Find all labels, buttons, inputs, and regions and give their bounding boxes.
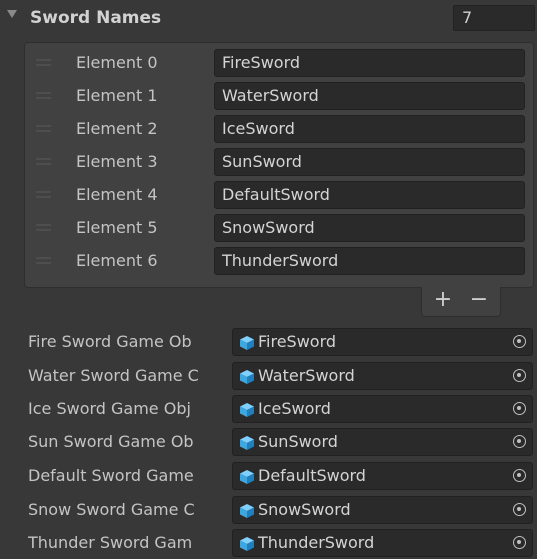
list-footer: + − bbox=[421, 287, 501, 317]
prefab-cube-icon bbox=[240, 436, 254, 450]
object-field-row: Sun Sword Game Ob SunSword bbox=[0, 426, 537, 458]
object-field[interactable]: FireSword bbox=[232, 328, 533, 356]
element-label: Element 0 bbox=[76, 53, 158, 72]
element-label: Element 6 bbox=[76, 251, 158, 270]
object-field-row: Water Sword Game C WaterSword bbox=[0, 360, 537, 392]
element-label: Element 4 bbox=[76, 185, 158, 204]
object-field-label: Ice Sword Game Obj bbox=[28, 399, 191, 418]
list-item: Element 1 WaterSword bbox=[24, 79, 534, 112]
element-text-field[interactable]: SunSword bbox=[214, 148, 525, 176]
foldout-arrow-icon[interactable] bbox=[7, 10, 17, 18]
element-label: Element 5 bbox=[76, 218, 158, 237]
prefab-cube-icon bbox=[240, 470, 254, 484]
object-field[interactable]: DefaultSword bbox=[232, 462, 533, 490]
object-field-row: Ice Sword Game Obj IceSword bbox=[0, 393, 537, 425]
object-picker-icon[interactable] bbox=[513, 402, 526, 415]
object-name: SunSword bbox=[258, 432, 338, 451]
element-text-field[interactable]: DefaultSword bbox=[214, 181, 525, 209]
list-item: Element 5 SnowSword bbox=[24, 211, 534, 244]
object-picker-icon[interactable] bbox=[513, 435, 526, 448]
drag-handle-icon[interactable] bbox=[36, 191, 51, 198]
prefab-cube-icon bbox=[240, 403, 254, 417]
element-label: Element 2 bbox=[76, 119, 158, 138]
object-field-row: Thunder Sword Gam ThunderSword bbox=[0, 527, 537, 559]
drag-handle-icon[interactable] bbox=[36, 59, 51, 66]
list-title: Sword Names bbox=[30, 8, 162, 28]
object-name: SnowSword bbox=[258, 500, 351, 519]
element-label: Element 3 bbox=[76, 152, 158, 171]
element-text-field[interactable]: FireSword bbox=[214, 49, 525, 77]
object-field-label: Water Sword Game C bbox=[28, 366, 199, 385]
drag-handle-icon[interactable] bbox=[36, 224, 51, 231]
object-field-row: Default Sword Game DefaultSword bbox=[0, 460, 537, 492]
object-picker-icon[interactable] bbox=[513, 536, 526, 549]
object-field[interactable]: SnowSword bbox=[232, 496, 533, 524]
object-field-row: Snow Sword Game C SnowSword bbox=[0, 494, 537, 526]
object-field-label: Thunder Sword Gam bbox=[28, 533, 193, 552]
object-picker-icon[interactable] bbox=[513, 369, 526, 382]
drag-handle-icon[interactable] bbox=[36, 257, 51, 264]
element-text-field[interactable]: SnowSword bbox=[214, 214, 525, 242]
list-item: Element 4 DefaultSword bbox=[24, 178, 534, 211]
prefab-cube-icon bbox=[240, 370, 254, 384]
sword-names-header[interactable]: Sword Names 7 bbox=[0, 0, 537, 36]
list-item: Element 6 ThunderSword bbox=[24, 244, 534, 277]
list-item: Element 2 IceSword bbox=[24, 112, 534, 145]
add-element-button[interactable]: + bbox=[426, 288, 460, 314]
object-field[interactable]: IceSword bbox=[232, 395, 533, 423]
drag-handle-icon[interactable] bbox=[36, 125, 51, 132]
list-item: Element 3 SunSword bbox=[24, 145, 534, 178]
object-field-label: Default Sword Game bbox=[28, 466, 194, 485]
object-field[interactable]: WaterSword bbox=[232, 362, 533, 390]
object-field-row: Fire Sword Game Ob FireSword bbox=[0, 326, 537, 358]
element-label: Element 1 bbox=[76, 86, 158, 105]
remove-element-button[interactable]: − bbox=[462, 288, 496, 314]
list-item: Element 0 FireSword bbox=[24, 46, 534, 79]
element-text-field[interactable]: WaterSword bbox=[214, 82, 525, 110]
array-size-field[interactable]: 7 bbox=[453, 5, 535, 31]
object-name: FireSword bbox=[258, 332, 337, 351]
prefab-cube-icon bbox=[240, 537, 254, 551]
drag-handle-icon[interactable] bbox=[36, 92, 51, 99]
object-name: WaterSword bbox=[258, 366, 355, 385]
object-picker-icon[interactable] bbox=[513, 335, 526, 348]
prefab-cube-icon bbox=[240, 336, 254, 350]
object-field[interactable]: SunSword bbox=[232, 428, 533, 456]
object-name: ThunderSword bbox=[258, 533, 375, 552]
object-field-label: Snow Sword Game C bbox=[28, 500, 195, 519]
element-text-field[interactable]: IceSword bbox=[214, 115, 525, 143]
object-field[interactable]: ThunderSword bbox=[232, 529, 533, 557]
object-name: IceSword bbox=[258, 399, 331, 418]
object-field-label: Fire Sword Game Ob bbox=[28, 332, 192, 351]
object-name: DefaultSword bbox=[258, 466, 366, 485]
element-text-field[interactable]: ThunderSword bbox=[214, 247, 525, 275]
object-field-label: Sun Sword Game Ob bbox=[28, 432, 194, 451]
prefab-cube-icon bbox=[240, 504, 254, 518]
object-picker-icon[interactable] bbox=[513, 503, 526, 516]
drag-handle-icon[interactable] bbox=[36, 158, 51, 165]
object-picker-icon[interactable] bbox=[513, 469, 526, 482]
